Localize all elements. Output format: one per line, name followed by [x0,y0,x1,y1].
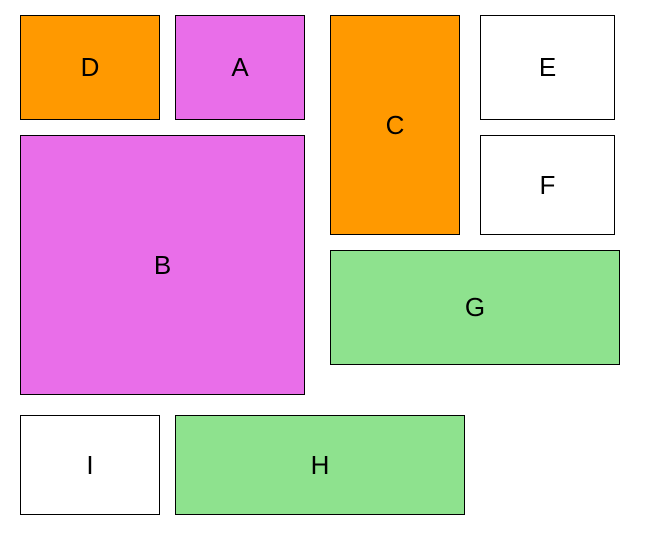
block-c: C [330,15,460,235]
block-i: I [20,415,160,515]
block-a: A [175,15,305,120]
block-g-label: G [465,292,485,323]
block-h: H [175,415,465,515]
block-h-label: H [311,450,330,481]
block-g: G [330,250,620,365]
block-d: D [20,15,160,120]
block-c-label: C [386,110,405,141]
block-i-label: I [86,450,93,481]
block-d-label: D [81,52,100,83]
block-b: B [20,135,305,395]
block-b-label: B [154,250,171,281]
block-a-label: A [231,52,248,83]
block-f-label: F [540,170,556,201]
block-f: F [480,135,615,235]
block-e-label: E [539,52,556,83]
block-e: E [480,15,615,120]
